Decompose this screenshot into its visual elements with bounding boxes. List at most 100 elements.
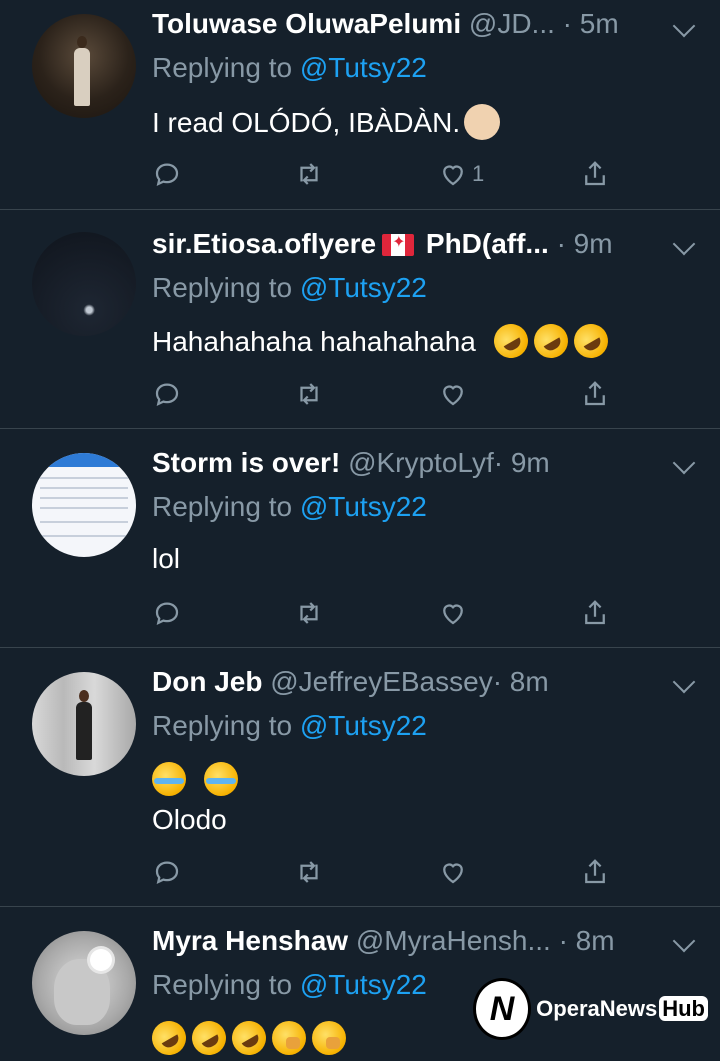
like-button[interactable] <box>438 374 468 414</box>
face-with-tears-of-joy-emoji <box>204 762 238 796</box>
reply-icon <box>155 861 179 884</box>
mention-link[interactable]: @Tutsy22 <box>300 491 427 522</box>
rolling-on-floor-laughing-emoji <box>185 1014 233 1061</box>
like-button[interactable] <box>438 593 468 633</box>
mention-link[interactable]: @Tutsy22 <box>300 52 427 83</box>
tweet-header: sir.Etiosa.oflyere PhD(aff... · 9m <box>152 228 700 268</box>
replying-to: Replying to @Tutsy22 <box>152 491 427 523</box>
reply-button[interactable] <box>152 593 182 633</box>
reply-button[interactable] <box>152 374 182 414</box>
watermark-hub: Hub <box>659 996 708 1021</box>
mention-link[interactable]: @Tutsy22 <box>300 969 427 1000</box>
display-name[interactable]: Toluwase OluwaPelumi <box>152 8 461 39</box>
timestamp[interactable]: · 9m <box>494 447 550 478</box>
canada-flag-icon <box>382 232 415 256</box>
reply-button[interactable] <box>152 852 182 892</box>
tweet[interactable]: Toluwase OluwaPelumi @JD... · 5m Replyin… <box>0 0 720 210</box>
user-handle[interactable]: @MyraHensh... <box>356 925 551 956</box>
tweet-header: Storm is over! @KryptoLyf· 9m <box>152 447 700 487</box>
user-handle[interactable]: @JD... <box>469 8 555 39</box>
tweet-text-content: Hahahahaha hahahahaha <box>152 326 476 357</box>
replying-prefix: Replying to <box>152 710 300 741</box>
timestamp[interactable]: · 9m <box>557 228 613 259</box>
avatar[interactable] <box>32 931 136 1035</box>
avatar[interactable] <box>32 232 136 336</box>
like-button[interactable] <box>438 852 468 892</box>
like-button[interactable]: 1 <box>438 154 484 194</box>
replying-to: Replying to @Tutsy22 <box>152 52 427 84</box>
timestamp[interactable]: · 5m <box>563 8 619 39</box>
watermark-brand: OperaNews <box>536 996 658 1021</box>
retweet-icon <box>300 383 318 405</box>
replying-prefix: Replying to <box>152 491 300 522</box>
rolling-on-floor-laughing-emoji <box>527 317 574 365</box>
avatar[interactable] <box>32 453 136 557</box>
mention-link[interactable]: @Tutsy22 <box>300 272 427 303</box>
tweet-header: Toluwase OluwaPelumi @JD... · 5m <box>152 8 700 48</box>
display-name[interactable]: Storm is over! <box>152 447 340 478</box>
share-button[interactable] <box>580 374 610 414</box>
tweet-text: lol <box>152 543 181 574</box>
display-name-suffix[interactable]: PhD(aff... <box>426 228 549 259</box>
reply-icon <box>155 163 179 186</box>
tweet-emoji-line <box>152 762 244 796</box>
tweet-emoji-line <box>145 1014 352 1061</box>
rolling-on-floor-laughing-emoji <box>487 317 534 365</box>
retweet-button[interactable] <box>294 154 324 194</box>
display-name[interactable]: Don Jeb <box>152 666 262 697</box>
tweet-text: Olodo <box>152 804 227 835</box>
tweet-text: Hahahahaha hahahahaha <box>152 317 614 365</box>
heart-icon <box>443 863 463 884</box>
avatar[interactable] <box>32 14 136 118</box>
tweet-text: I read OLÓDÓ, IBÀDÀN. <box>152 104 501 140</box>
tweet-actions <box>152 852 622 892</box>
share-button[interactable] <box>580 852 610 892</box>
retweet-icon <box>300 861 318 883</box>
tweet-text-content: I read OLÓDÓ, IBÀDÀN. <box>152 107 461 138</box>
share-icon <box>585 381 605 406</box>
replying-prefix: Replying to <box>152 52 300 83</box>
replying-to: Replying to @Tutsy22 <box>152 272 427 304</box>
display-name[interactable]: Myra Henshaw <box>152 925 348 956</box>
share-button[interactable] <box>580 154 610 194</box>
retweet-button[interactable] <box>294 593 324 633</box>
share-icon <box>585 859 605 884</box>
reply-button[interactable] <box>152 154 182 194</box>
replying-to: Replying to @Tutsy22 <box>152 710 427 742</box>
retweet-button[interactable] <box>294 852 324 892</box>
reply-icon <box>155 383 179 406</box>
share-button[interactable] <box>580 593 610 633</box>
operanews-logo-icon: N <box>476 981 529 1037</box>
retweet-button[interactable] <box>294 374 324 414</box>
tweet-header: Don Jeb @JeffreyEBassey· 8m <box>152 666 700 706</box>
reply-icon <box>155 602 179 625</box>
user-handle[interactable]: @JeffreyEBassey <box>270 666 492 697</box>
tweet-actions <box>152 593 622 633</box>
timestamp[interactable]: · 8m <box>559 925 615 956</box>
share-icon <box>585 161 605 186</box>
mention-link[interactable]: @Tutsy22 <box>300 710 427 741</box>
operanews-hub-watermark: N OperaNews Hub <box>476 978 708 1040</box>
display-name[interactable]: sir.Etiosa.oflyere <box>152 228 376 259</box>
heart-icon <box>443 604 463 625</box>
tweet[interactable]: Don Jeb @JeffreyEBassey· 8m Replying to … <box>0 648 720 907</box>
avatar[interactable] <box>32 672 136 776</box>
rolling-on-floor-laughing-emoji <box>567 317 614 365</box>
retweet-icon <box>300 602 318 624</box>
tweet-header: Myra Henshaw @MyraHensh... · 8m <box>152 925 700 965</box>
tweet-actions <box>152 374 622 414</box>
rolling-on-floor-laughing-emoji <box>145 1014 193 1061</box>
timestamp[interactable]: · 8m <box>493 666 549 697</box>
tweet[interactable]: Storm is over! @KryptoLyf· 9m Replying t… <box>0 429 720 648</box>
replying-to: Replying to @Tutsy22 <box>152 969 427 1001</box>
heart-icon <box>443 385 463 406</box>
rolling-on-floor-laughing-emoji <box>225 1014 273 1061</box>
face-with-hand-over-mouth-emoji <box>272 1021 306 1055</box>
retweet-icon <box>300 163 318 185</box>
heart-icon <box>443 165 463 186</box>
watermark-text: OperaNews Hub <box>536 996 708 1022</box>
share-icon <box>585 600 605 625</box>
tweet-actions: 1 <box>152 154 622 194</box>
tweet[interactable]: sir.Etiosa.oflyere PhD(aff... · 9m Reply… <box>0 210 720 429</box>
user-handle[interactable]: @KryptoLyf <box>348 447 494 478</box>
